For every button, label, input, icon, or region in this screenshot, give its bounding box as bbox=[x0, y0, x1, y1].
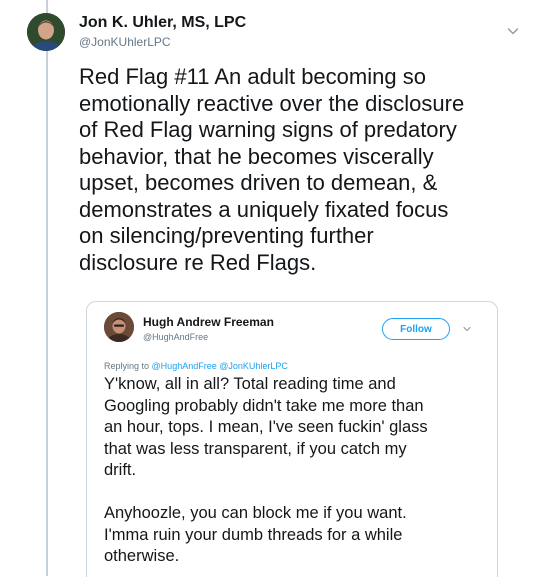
reply-mention-link[interactable]: @JonKUhlerLPC bbox=[219, 361, 288, 371]
replying-to-label: Replying to bbox=[104, 361, 150, 371]
paragraph-break bbox=[104, 482, 489, 504]
replying-to-line: Replying to @HughAndFree @JonKUhlerLPC bbox=[104, 361, 288, 371]
quoted-tweet-card[interactable]: Hugh Andrew Freeman @HughAndFree Follow … bbox=[86, 301, 498, 577]
quoted-text-line: an hour, tops. I mean, I've seen fuckin'… bbox=[104, 418, 428, 436]
tweet-text: Red Flag #11 An adult becoming so emotio… bbox=[79, 64, 519, 276]
quoted-text-line: otherwise. bbox=[104, 547, 180, 565]
tweet-text-line: behavior, that he becomes viscerally bbox=[79, 143, 434, 169]
tweet-text-line: Red Flag #11 An adult becoming so bbox=[79, 64, 426, 89]
chevron-down-icon[interactable] bbox=[462, 324, 472, 334]
author-avatar[interactable] bbox=[27, 13, 65, 51]
author-name[interactable]: Jon K. Uhler, MS, LPC bbox=[79, 14, 246, 32]
quoted-text-line: that was less transparent, if you catch … bbox=[104, 439, 407, 458]
author-handle[interactable]: @JonKUhlerLPC bbox=[79, 35, 171, 49]
thread-connector-line bbox=[46, 0, 48, 576]
tweet-text-line: upset, becomes driven to demean, & bbox=[79, 170, 438, 195]
quoted-text-line: drift. bbox=[104, 461, 137, 479]
author-avatar-image bbox=[27, 13, 65, 51]
tweet-text-line: demonstrates a uniquely fixated focus bbox=[79, 196, 449, 222]
quoted-author-avatar[interactable] bbox=[104, 312, 134, 342]
tweet-text-line: of Red Flag warning signs of predatory bbox=[79, 117, 457, 142]
chevron-down-icon[interactable] bbox=[506, 24, 520, 38]
quoted-author-name[interactable]: Hugh Andrew Freeman bbox=[143, 315, 274, 329]
reply-mention-link[interactable]: @HughAndFree bbox=[152, 361, 217, 371]
quoted-author-avatar-image bbox=[104, 312, 134, 342]
quoted-author-handle[interactable]: @HughAndFree bbox=[143, 332, 208, 342]
quoted-tweet-text: Y'know, all in all? Total reading time a… bbox=[104, 374, 489, 568]
tweet-text-line: disclosure re Red Flags. bbox=[79, 249, 317, 275]
follow-button[interactable]: Follow bbox=[382, 318, 450, 340]
tweet-text-line: on silencing/preventing further bbox=[79, 223, 374, 248]
quoted-text-line: Googling probably didn't take me more th… bbox=[104, 396, 424, 415]
tweet-text-line: emotionally reactive over the disclosure bbox=[79, 90, 465, 116]
quoted-text-line: I'mma ruin your dumb threads for a while bbox=[104, 525, 403, 544]
quoted-text-line: Anyhoozle, you can block me if you want. bbox=[104, 504, 407, 522]
quoted-text-line: Y'know, all in all? Total reading time a… bbox=[104, 375, 396, 393]
